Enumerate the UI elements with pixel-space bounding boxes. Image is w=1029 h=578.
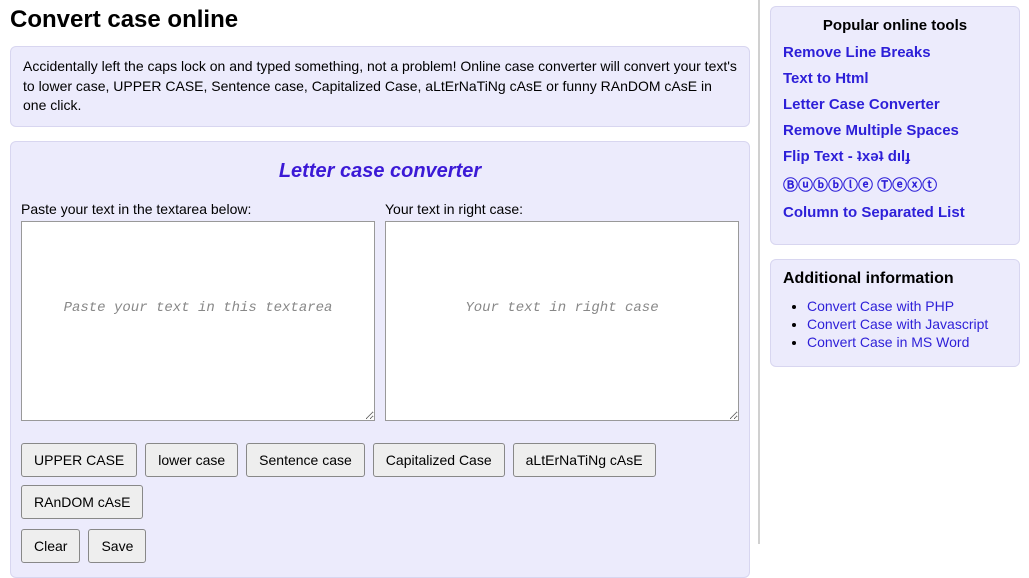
- tool-link-text-to-html[interactable]: Text to Html: [783, 70, 1007, 87]
- popular-tools-box: Popular online tools Remove Line Breaks …: [770, 6, 1020, 245]
- output-label: Your text in right case:: [385, 201, 739, 217]
- upper-case-button[interactable]: UPPER CASE: [21, 443, 137, 477]
- popular-tools-heading: Popular online tools: [783, 17, 1007, 34]
- tool-link-bubble-text[interactable]: Ⓑⓤⓑⓑⓛⓔ Ⓣⓔⓧⓣ: [783, 174, 1007, 195]
- list-item: Convert Case with Javascript: [807, 316, 1007, 332]
- converter-tool-box: Letter case converter Paste your text in…: [10, 141, 750, 578]
- tool-link-remove-line-breaks[interactable]: Remove Line Breaks: [783, 44, 1007, 61]
- description-box: Accidentally left the caps lock on and t…: [10, 46, 750, 127]
- info-link-php[interactable]: Convert Case with PHP: [807, 298, 954, 314]
- tool-link-letter-case-converter[interactable]: Letter Case Converter: [783, 96, 1007, 113]
- vertical-divider: [758, 0, 760, 544]
- input-label: Paste your text in the textarea below:: [21, 201, 375, 217]
- tool-title: Letter case converter: [21, 160, 739, 183]
- output-textarea[interactable]: [385, 221, 739, 421]
- alternating-case-button[interactable]: aLtErNaTiNg cAsE: [513, 443, 656, 477]
- additional-info-heading: Additional information: [783, 270, 1007, 288]
- tool-link-remove-multiple-spaces[interactable]: Remove Multiple Spaces: [783, 122, 1007, 139]
- input-textarea[interactable]: [21, 221, 375, 421]
- lower-case-button[interactable]: lower case: [145, 443, 238, 477]
- clear-button[interactable]: Clear: [21, 529, 80, 563]
- info-link-javascript[interactable]: Convert Case with Javascript: [807, 316, 988, 332]
- random-case-button[interactable]: RAnDOM cAsE: [21, 485, 143, 519]
- capitalized-case-button[interactable]: Capitalized Case: [373, 443, 505, 477]
- page-title: Convert case online: [10, 6, 750, 34]
- info-link-msword[interactable]: Convert Case in MS Word: [807, 334, 969, 350]
- save-button[interactable]: Save: [88, 529, 146, 563]
- sentence-case-button[interactable]: Sentence case: [246, 443, 365, 477]
- tool-link-column-to-list[interactable]: Column to Separated List: [783, 204, 1007, 221]
- list-item: Convert Case with PHP: [807, 298, 1007, 314]
- list-item: Convert Case in MS Word: [807, 334, 1007, 350]
- tool-link-flip-text[interactable]: Flip Text - ʇxǝʇ dılɟ: [783, 148, 1007, 165]
- additional-info-box: Additional information Convert Case with…: [770, 259, 1020, 367]
